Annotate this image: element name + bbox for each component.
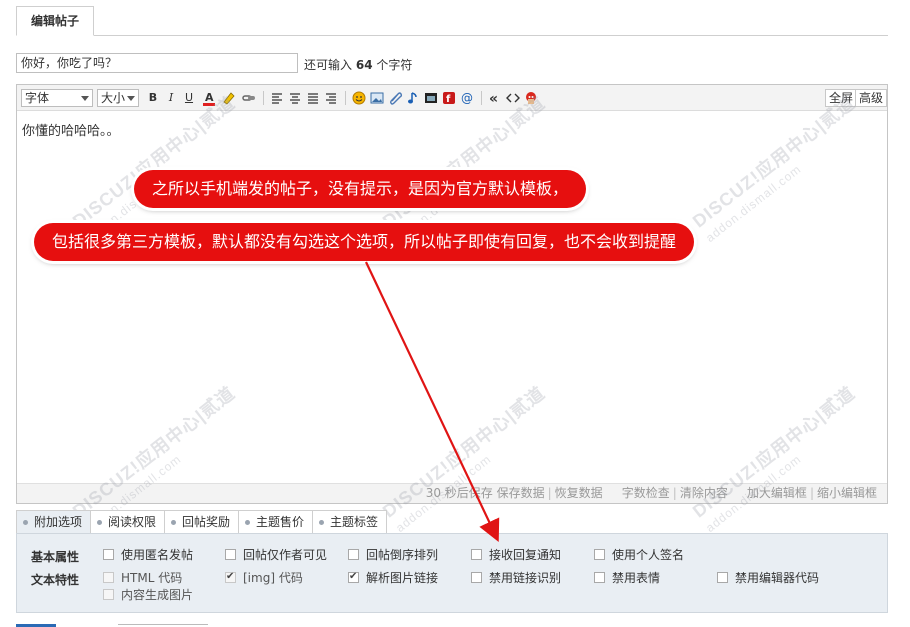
checkbox-box[interactable] xyxy=(348,549,359,560)
image-icon[interactable] xyxy=(369,90,385,106)
advanced-button[interactable]: 高级 xyxy=(855,89,887,107)
editor-content[interactable]: 你懂的哈哈哈。。 xyxy=(22,120,120,139)
tab-read-permission[interactable]: 阅读权限 xyxy=(90,510,166,533)
highlight-icon[interactable] xyxy=(221,90,237,106)
options-panel: 基本属性 文本特性 使用匿名发帖 回帖仅作者可见 回帖倒序排列 接收回复通知 使… xyxy=(16,533,888,613)
tab-thread-price[interactable]: 主题售价 xyxy=(238,510,314,533)
author-only-checkbox[interactable]: 回帖仅作者可见 xyxy=(225,548,327,562)
size-select[interactable]: 大小 xyxy=(97,89,139,107)
img-code-checkbox[interactable]: [img] 代码 xyxy=(225,570,303,585)
underline-button[interactable]: U xyxy=(181,90,197,106)
checkbox-box[interactable] xyxy=(594,572,605,583)
checkbox-box[interactable] xyxy=(103,589,114,600)
align-center-icon[interactable] xyxy=(287,90,303,106)
italic-button[interactable]: I xyxy=(163,90,179,106)
attachment-icon[interactable] xyxy=(387,90,403,106)
checkbox-box[interactable] xyxy=(225,549,236,560)
receive-reply-notice-checkbox[interactable]: 接收回复通知 xyxy=(471,548,561,562)
quote-icon[interactable]: « xyxy=(487,90,503,107)
svg-text:A: A xyxy=(205,91,214,104)
bullet-icon xyxy=(245,520,250,525)
autosave-countdown: 30 秒后保存 xyxy=(425,486,493,500)
font-select[interactable]: 字体 xyxy=(21,89,93,107)
content-to-image-checkbox[interactable]: 内容生成图片 xyxy=(103,588,193,602)
tab-edit-post[interactable]: 编辑帖子 xyxy=(16,6,95,36)
align-left-icon[interactable] xyxy=(269,90,285,106)
disable-editor-code-checkbox[interactable]: 禁用编辑器代码 xyxy=(717,571,819,585)
bullet-icon xyxy=(23,520,28,525)
font-select-label: 字体 xyxy=(25,91,50,105)
link-icon[interactable] xyxy=(241,90,257,106)
html-code-checkbox[interactable]: HTML 代码 xyxy=(103,571,182,585)
toolbar-divider xyxy=(345,91,346,105)
editor: 字体 大小 B I U A f @ « 全屏 高级 你懂的哈哈哈。。 30 秒后… xyxy=(16,84,888,504)
fullscreen-button[interactable]: 全屏 xyxy=(825,89,858,107)
shrink-editor-link[interactable]: 缩小编辑框 xyxy=(817,486,877,500)
tab-additional-options[interactable]: 附加选项 xyxy=(16,510,92,533)
video-icon[interactable] xyxy=(423,90,439,106)
at-icon[interactable]: @ xyxy=(459,90,475,106)
svg-text:f: f xyxy=(446,94,451,105)
chevron-down-icon xyxy=(127,96,135,101)
flash-icon[interactable]: f xyxy=(441,90,457,106)
checkbox-box[interactable] xyxy=(471,549,482,560)
subject-input[interactable]: 你好，你吃了吗？ xyxy=(16,53,298,73)
disable-link-detection-checkbox[interactable]: 禁用链接识别 xyxy=(471,571,561,585)
toolbar-divider xyxy=(481,91,482,105)
callout-line-2: 包括很多第三方模板，默认都没有勾选这个选项，所以帖子即使有回复，也不会收到提醒 xyxy=(34,223,695,261)
parse-image-links-checkbox[interactable]: 解析图片链接 xyxy=(348,570,438,585)
size-select-label: 大小 xyxy=(101,91,126,105)
tab-bar: 编辑帖子 xyxy=(16,0,888,36)
option-tabs: 附加选项 阅读权限 回帖奖励 主题售价 主题标签 xyxy=(16,510,888,534)
checkbox-box[interactable] xyxy=(225,570,236,584)
bold-button[interactable]: B xyxy=(145,90,161,106)
use-signature-checkbox[interactable]: 使用个人签名 xyxy=(594,548,684,562)
bullet-icon xyxy=(171,520,176,525)
char-remaining-suffix: 个字符 xyxy=(376,58,413,72)
char-remaining: 还可输入 64 个字符 xyxy=(304,56,412,73)
toolbar-divider xyxy=(263,91,264,105)
anonymous-post-checkbox[interactable]: 使用匿名发帖 xyxy=(103,548,193,562)
tab-thread-tags[interactable]: 主题标签 xyxy=(312,510,388,533)
password-icon[interactable] xyxy=(523,90,539,106)
chevron-down-icon xyxy=(81,96,89,101)
checkbox-box[interactable] xyxy=(103,549,114,560)
checkbox-box[interactable] xyxy=(103,572,114,583)
disable-smilies-checkbox[interactable]: 禁用表情 xyxy=(594,571,660,585)
basic-attributes-label: 基本属性 xyxy=(31,550,80,564)
reverse-order-checkbox[interactable]: 回帖倒序排列 xyxy=(348,548,438,562)
callout-line-1: 之所以手机端发的帖子，没有提示，是因为官方默认模板， xyxy=(134,170,587,208)
editor-toolbar: 字体 大小 B I U A f @ « 全屏 高级 xyxy=(17,85,887,111)
restore-data-link[interactable]: 恢复数据 xyxy=(555,486,603,500)
checkbox-box[interactable] xyxy=(594,549,605,560)
svg-text:@: @ xyxy=(461,91,473,105)
char-remaining-count: 64 xyxy=(355,58,373,72)
checkbox-box[interactable] xyxy=(348,570,359,584)
editor-statusbar: 30 秒后保存 保存数据 | 恢复数据 字数检查 | 清除内容 加大编辑框 | 缩小编辑框 xyxy=(17,483,887,503)
checkbox-box[interactable] xyxy=(717,572,728,583)
bullet-icon xyxy=(319,520,324,525)
bullet-icon xyxy=(97,520,102,525)
code-icon[interactable] xyxy=(505,90,521,106)
align-right-icon[interactable] xyxy=(323,90,339,106)
clear-content-link[interactable]: 清除内容 xyxy=(680,486,728,500)
enlarge-editor-link[interactable]: 加大编辑框 xyxy=(747,486,807,500)
align-justify-icon[interactable] xyxy=(305,90,321,106)
font-color-icon[interactable]: A xyxy=(201,90,217,106)
smiley-icon[interactable] xyxy=(351,90,367,106)
word-count-link[interactable]: 字数检查 xyxy=(622,486,670,500)
char-remaining-prefix: 还可输入 xyxy=(304,58,353,72)
music-icon[interactable] xyxy=(405,90,421,106)
tab-reply-reward[interactable]: 回帖奖励 xyxy=(164,510,240,533)
svg-text:«: « xyxy=(489,91,498,106)
checkbox-box[interactable] xyxy=(471,572,482,583)
save-data-link[interactable]: 保存数据 xyxy=(497,486,545,500)
text-features-label: 文本特性 xyxy=(31,573,80,587)
